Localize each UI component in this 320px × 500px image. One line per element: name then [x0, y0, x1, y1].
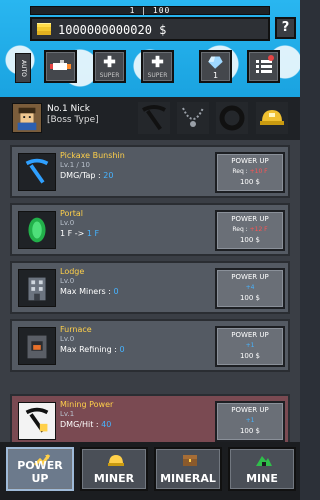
pickaxe-bunshin-icon [18, 153, 56, 191]
super-button-2[interactable]: SUPER [141, 50, 174, 83]
power-up-cost: 100 $ [239, 178, 261, 186]
power-up-label: POWER UP [231, 331, 269, 339]
card-title: Pickaxe Bunshin [60, 151, 125, 160]
power-up-cost: 100 $ [239, 294, 261, 302]
tab-label: MINERAL [160, 472, 216, 485]
mine-mountain-icon [256, 456, 272, 466]
card-desc: Max Miners : 0 [60, 287, 119, 296]
card-level: Lv.0 [60, 277, 75, 285]
help-button[interactable]: ? [275, 17, 296, 39]
gem-button[interactable]: 1 [199, 50, 232, 83]
power-up-req: +1 [245, 417, 255, 424]
menu-list-button[interactable] [247, 50, 280, 83]
upgrade-card-lodge: Lodge Lv.0 Max Miners : 0 POWER UP +4 10… [10, 261, 290, 314]
power-up-label: POWER UP [231, 406, 269, 414]
tab-label: MINE [246, 472, 278, 485]
bottom-tab-bar: POWER UP MINER MINERAL MINE [0, 442, 300, 500]
upgrade-card-pickaxe-bunshin: Pickaxe Bunshin Lv.1 / 10 DMG/Tap : 20 P… [10, 145, 290, 198]
tab-mine[interactable]: MINE [228, 447, 296, 491]
power-up-cost: 100 $ [239, 352, 261, 360]
power-up-req: Req : +12 F [232, 226, 268, 233]
avatar[interactable] [12, 103, 42, 133]
list-menu-icon [256, 55, 274, 73]
pickaxe-icon [142, 105, 166, 131]
miner-helmet-icon [108, 455, 124, 466]
furnace-icon [18, 327, 56, 365]
lodge-icon [18, 269, 56, 307]
necklace-icon [182, 107, 204, 127]
card-level: Lv.1 / 10 [60, 161, 90, 169]
power-up-button[interactable]: POWER UP Req : +12 F 100 $ [215, 210, 285, 251]
tab-label: MINER [93, 472, 135, 485]
treasure-chest-icon [183, 455, 197, 466]
tab-power-up[interactable]: POWER UP [6, 447, 74, 491]
upgrade-card-furnace: Furnace Lv.0 Max Refining : 0 POWER UP +… [10, 319, 290, 372]
mining-power-icon [18, 402, 56, 440]
equip-slot-necklace[interactable] [177, 102, 209, 134]
super-label-2: SUPER [147, 72, 168, 79]
power-up-button[interactable]: POWER UP Req : +10 F 100 $ [215, 152, 285, 193]
equip-slot-pickaxe[interactable] [138, 102, 170, 134]
tab-mineral[interactable]: MINERAL [154, 447, 222, 491]
power-up-button[interactable]: POWER UP +4 100 $ [215, 268, 285, 309]
miner-face-icon [17, 107, 37, 131]
speed-boost-button[interactable] [44, 50, 77, 83]
auto-toggle[interactable]: AUTO [15, 53, 31, 83]
power-up-button[interactable]: POWER UP +1 100 $ [215, 326, 285, 367]
player-row: No.1 Nick [Boss Type] [0, 97, 300, 140]
tab-label: POWER UP [17, 459, 63, 485]
power-up-label: POWER UP [231, 273, 269, 281]
power-up-cost: 100 $ [239, 427, 261, 435]
card-desc: DMG/Hit : 40 [60, 420, 112, 429]
tab-miner[interactable]: MINER [80, 447, 148, 491]
power-up-req: Req : +10 F [232, 168, 268, 175]
money-box: 1000000000020 $ [30, 17, 270, 41]
card-level: Lv.0 [60, 335, 75, 343]
upgrade-list[interactable]: Pickaxe Bunshin Lv.1 / 10 DMG/Tap : 20 P… [0, 140, 300, 442]
power-up-req: +4 [245, 284, 255, 291]
xp-bar: 1 | 100 [30, 6, 270, 15]
power-up-req: +1 [245, 342, 255, 349]
super-label-1: SUPER [99, 72, 120, 79]
upgrade-card-portal: Portal Lv.0 1 F -> 1 F POWER UP Req : +1… [10, 203, 290, 256]
card-title: Mining Power [60, 400, 114, 409]
plus-icon [103, 55, 116, 68]
ring-icon [219, 105, 245, 131]
card-desc: 1 F -> 1 F [60, 229, 100, 238]
power-up-cost: 100 $ [239, 236, 261, 244]
equip-slot-ring[interactable] [216, 102, 248, 134]
money-value: 1000000000020 $ [58, 23, 167, 37]
helmet-icon [260, 110, 284, 125]
rocket-boost-icon [50, 60, 71, 70]
super-button-1[interactable]: SUPER [93, 50, 126, 83]
power-up-label: POWER UP [231, 157, 269, 165]
card-desc: DMG/Tap : 20 [60, 171, 114, 180]
card-level: Lv.0 [60, 219, 75, 227]
card-title: Lodge [60, 267, 85, 276]
card-level: Lv.1 [60, 410, 75, 418]
card-title: Furnace [60, 325, 92, 334]
top-bar: 1 | 100 1000000000020 $ ? AUTO SUPER SUP… [0, 0, 300, 97]
xp-label: 1 | 100 [129, 6, 171, 15]
equip-slot-helmet[interactable] [256, 102, 288, 134]
upgrade-card-mining-power: Mining Power Lv.1 DMG/Hit : 40 POWER UP … [10, 394, 290, 442]
gem-count: 1 [212, 71, 219, 80]
portal-icon [18, 211, 56, 249]
coin-stack-icon [37, 23, 51, 35]
power-up-button[interactable]: POWER UP +1 100 $ [215, 401, 285, 442]
card-title: Portal [60, 209, 83, 218]
player-type: [Boss Type] [47, 115, 99, 125]
plus-icon [151, 55, 164, 68]
card-desc: Max Refining : 0 [60, 345, 125, 354]
player-name: No.1 Nick [47, 104, 90, 114]
power-up-label: POWER UP [231, 215, 269, 223]
